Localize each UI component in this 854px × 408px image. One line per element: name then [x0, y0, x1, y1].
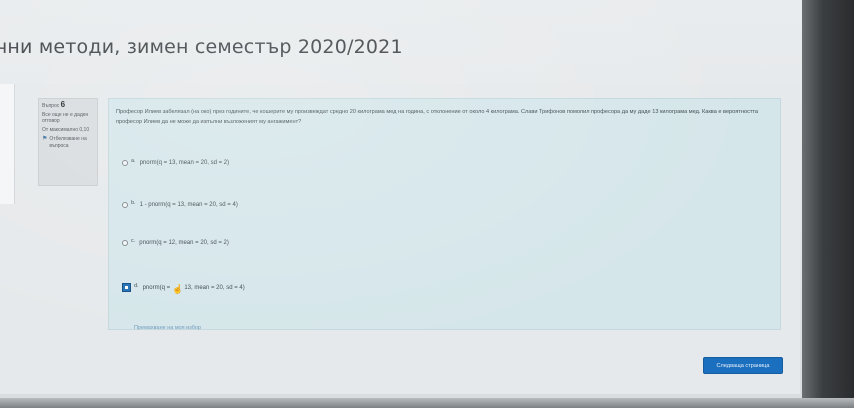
option-letter: c.	[131, 238, 136, 244]
monitor-bezel	[802, 0, 854, 408]
option-text: pnorm(q = 13, mean = 20, sd = 2)	[139, 160, 230, 166]
option-letter: a.	[131, 158, 136, 164]
flag-question-link[interactable]: ⚑ Отбелязване на въпроса	[42, 136, 94, 149]
question-label: Въпрос	[42, 103, 60, 109]
mouse-cursor-icon: ☝	[172, 284, 184, 294]
option-text: pnorm(q = 12, mean = 20, sd = 2)	[139, 240, 229, 246]
answer-option-b[interactable]: b. 1 - pnorm(q = 13, mean = 20, sd = 4)	[122, 200, 238, 208]
radio-c[interactable]	[122, 240, 128, 246]
radio-a[interactable]	[122, 160, 128, 166]
question-info-box: Въпрос 6 Все още не е даден отговор От м…	[38, 98, 98, 186]
question-points: От максимално 0,10	[42, 126, 90, 133]
monitor-bezel-bottom	[0, 398, 854, 408]
course-title: чни методи, зимен семестър 2020/2021	[0, 36, 403, 58]
question-status: Все още не е даден отговор	[42, 111, 89, 125]
question-text: Професор Илиев забелязал (на око) през г…	[116, 109, 759, 125]
clear-choice-link[interactable]: Премахване на моя избор	[134, 325, 201, 331]
flag-icon: ⚑	[42, 136, 48, 142]
left-drawer-edge	[0, 84, 15, 204]
radio-d-selected[interactable]	[122, 283, 131, 292]
answer-option-d[interactable]: d. pnorm(q = ☝ 13, mean = 20, sd = 4)	[122, 282, 245, 294]
question-number-row: Въпрос 6	[42, 100, 94, 110]
screen: чни методи, зимен семестър 2020/2021 Въп…	[0, 0, 854, 408]
option-text-after: 13, mean = 20, sd = 4)	[184, 284, 245, 291]
answer-option-a[interactable]: a. pnorm(q = 13, mean = 20, sd = 2)	[122, 158, 230, 166]
option-letter: d.	[134, 282, 139, 289]
option-letter: b.	[131, 200, 136, 206]
radio-b[interactable]	[122, 202, 128, 208]
question-content-box	[108, 98, 781, 330]
next-page-button[interactable]: Следваща страница	[703, 357, 783, 374]
option-text-before: pnorm(q =	[142, 284, 171, 291]
answer-option-c[interactable]: c. pnorm(q = 12, mean = 20, sd = 2)	[122, 238, 229, 246]
option-text: 1 - pnorm(q = 13, mean = 20, sd = 4)	[139, 202, 238, 208]
question-number: 6	[60, 100, 66, 109]
flag-question-label: Отбелязване на въпроса	[49, 136, 87, 149]
